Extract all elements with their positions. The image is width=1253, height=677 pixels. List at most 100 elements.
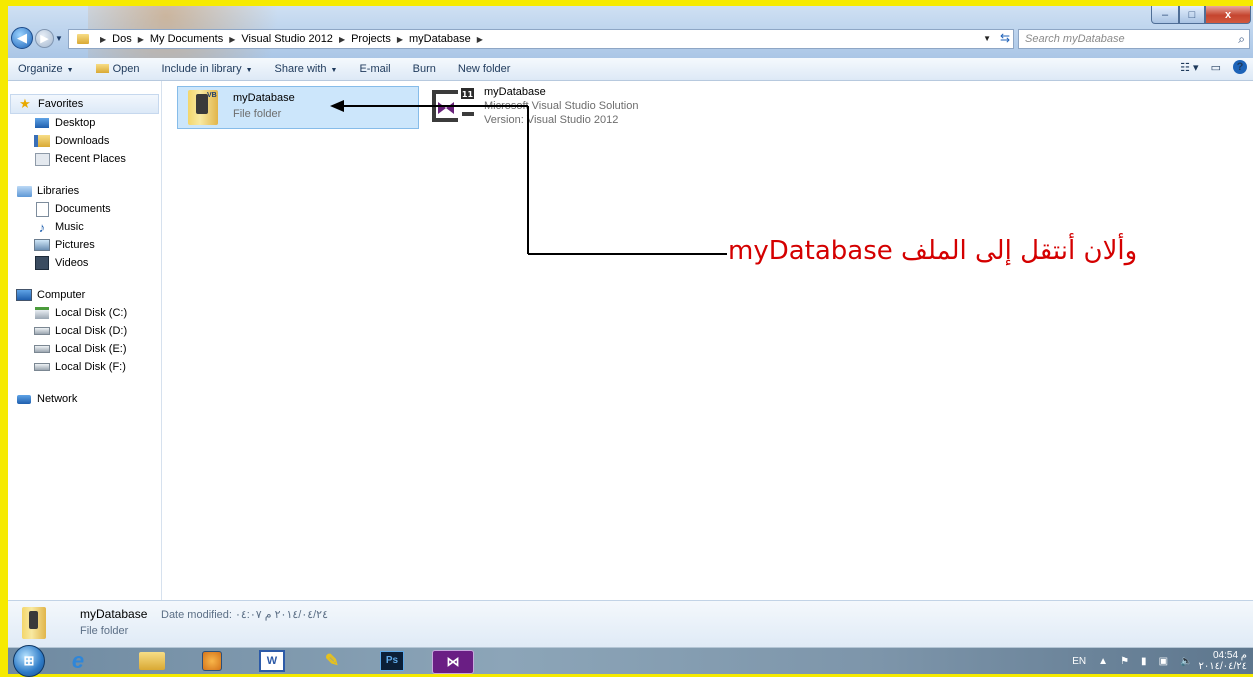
chevron-right-icon: ▶ — [338, 34, 346, 44]
paint-icon[interactable]: ✎ — [312, 650, 352, 672]
sidebar-item-local-disk-e[interactable]: Local Disk (E:) — [8, 340, 161, 358]
sidebar-item-documents[interactable]: Documents — [8, 200, 161, 218]
forward-button[interactable]: ▶ — [35, 29, 54, 48]
sidebar-item-downloads[interactable]: Downloads — [8, 132, 161, 150]
search-icon[interactable]: ⌕ — [1238, 32, 1245, 47]
sidebar-item-desktop[interactable]: Desktop — [8, 114, 161, 132]
burn-button[interactable]: Burn — [413, 63, 436, 75]
title-bar: – □ x ◀ ▶ ▼ ▶ Dos ▶ My Documents ▶ Visua… — [8, 6, 1253, 58]
sidebar-item-libraries[interactable]: Libraries — [8, 182, 161, 200]
email-button[interactable]: E-mail — [359, 63, 390, 75]
volume-icon[interactable]: 🔈 — [1180, 656, 1192, 667]
details-pane: myDatabase Date modified: ٢٠١٤/٠٤/٢٤ م ٠… — [8, 600, 1253, 647]
drive-icon — [34, 342, 50, 356]
windows-explorer-icon[interactable] — [132, 650, 172, 672]
star-icon: ★ — [19, 96, 31, 111]
clock[interactable]: 04:54 م ٢٠١٤/٠٤/٢٤ — [1198, 650, 1247, 672]
documents-icon — [34, 201, 50, 217]
forward-arrow-icon: ▶ — [40, 33, 49, 45]
breadcrumb: ▶ Dos ▶ My Documents ▶ Visual Studio 201… — [94, 33, 489, 45]
network-group: Network — [8, 390, 161, 408]
sidebar-item-videos[interactable]: Videos — [8, 254, 161, 272]
view-controls: ☷ ▾ ▭ ? — [1174, 60, 1253, 74]
language-indicator[interactable]: EN — [1072, 656, 1086, 667]
explorer-window: – □ x ◀ ▶ ▼ ▶ Dos ▶ My Documents ▶ Visua… — [8, 6, 1253, 647]
visual-studio-icon[interactable]: ⋈ — [432, 650, 474, 674]
battery-icon[interactable]: ▮ — [1141, 656, 1147, 667]
sidebar-item-local-disk-f[interactable]: Local Disk (F:) — [8, 358, 161, 376]
music-icon: ♪ — [38, 219, 46, 235]
sidebar-item-network[interactable]: Network — [8, 390, 161, 408]
chevron-right-icon: ▶ — [229, 34, 236, 44]
start-button[interactable]: ⊞ — [13, 645, 45, 677]
maximize-button[interactable]: □ — [1179, 6, 1205, 24]
breadcrumb-item[interactable]: My Documents — [150, 33, 223, 45]
details-name: myDatabase — [80, 607, 148, 621]
close-button[interactable]: x — [1205, 6, 1251, 24]
file-list: VB myDatabase File folder 11 myDatabase … — [162, 81, 1253, 600]
drive-icon — [34, 324, 50, 338]
sidebar-item-music[interactable]: ♪ Music — [8, 218, 161, 236]
minimize-button[interactable]: – — [1151, 6, 1179, 24]
caret-down-icon: ▼ — [66, 67, 74, 74]
videos-icon — [34, 256, 50, 270]
vb-folder-icon — [22, 607, 46, 639]
share-with-button[interactable]: Share with ▼ — [275, 63, 338, 75]
show-hidden-icons-icon[interactable]: ▲ — [1098, 656, 1108, 667]
system-drive-icon — [34, 306, 50, 320]
breadcrumb-item[interactable]: myDatabase — [409, 33, 471, 45]
sidebar-item-computer[interactable]: Computer — [8, 286, 161, 304]
taskbar: ⊞ e W ✎ Ps ⋈ EN ▲ ⚑ ▮ ▣ 🔈 04:54 م ٢٠١٤/٠… — [8, 645, 1253, 677]
address-dropdown-icon[interactable]: ▼ — [983, 34, 991, 43]
clock-date: ٢٠١٤/٠٤/٢٤ — [1198, 661, 1247, 672]
annotation-arrow — [330, 100, 727, 255]
open-button[interactable]: Open — [95, 63, 140, 75]
chevron-right-icon: ▶ — [476, 34, 483, 44]
photoshop-icon[interactable]: Ps — [372, 650, 412, 672]
details-date-modified: Date modified: ٢٠١٤/٠٤/٢٤ م ٠٤:٠٧ — [161, 609, 329, 621]
breadcrumb-item[interactable]: Visual Studio 2012 — [241, 33, 333, 45]
breadcrumb-item[interactable]: Dos — [112, 33, 132, 45]
sidebar-item-pictures[interactable]: Pictures — [8, 236, 161, 254]
open-folder-icon — [95, 64, 109, 73]
network-icon — [16, 392, 32, 406]
annotation-text: وألان أنتقل إلى الملف myDatabase — [728, 236, 1138, 266]
new-folder-button[interactable]: New folder — [458, 63, 511, 75]
network-status-icon[interactable]: ▣ — [1159, 656, 1168, 667]
pictures-icon — [34, 238, 50, 252]
media-player-icon[interactable] — [192, 650, 232, 672]
folder-icon — [77, 34, 89, 44]
sidebar-item-local-disk-c[interactable]: Local Disk (C:) — [8, 304, 161, 322]
organize-button[interactable]: Organize ▼ — [18, 63, 74, 75]
action-center-icon[interactable]: ⚑ — [1120, 656, 1129, 667]
include-in-library-button[interactable]: Include in library ▼ — [162, 63, 253, 75]
computer-group: Computer Local Disk (C:) Local Disk (D:)… — [8, 286, 161, 376]
downloads-icon — [34, 134, 50, 148]
internet-explorer-icon[interactable]: e — [58, 648, 98, 673]
navigation-pane: ★ Favorites Desktop Downloads Recent Plac… — [8, 81, 162, 600]
favorites-group: ★ Favorites Desktop Downloads Recent Plac… — [8, 94, 161, 168]
details-type: File folder — [80, 625, 129, 637]
word-icon[interactable]: W — [252, 650, 292, 672]
recent-pages-dropdown[interactable]: ▼ — [55, 34, 63, 43]
change-view-icon[interactable]: ☷ ▾ — [1180, 61, 1198, 74]
computer-icon — [16, 288, 32, 302]
recent-places-icon — [34, 152, 50, 166]
windows-logo-icon: ⊞ — [23, 653, 35, 668]
system-tray: EN ▲ ⚑ ▮ ▣ 🔈 04:54 م ٢٠١٤/٠٤/٢٤ — [1066, 648, 1247, 674]
address-bar[interactable]: ▶ Dos ▶ My Documents ▶ Visual Studio 201… — [68, 29, 1014, 49]
help-icon[interactable]: ? — [1233, 60, 1247, 74]
libraries-icon — [16, 184, 32, 198]
desktop-icon — [34, 116, 50, 130]
back-button[interactable]: ◀ — [11, 27, 33, 49]
search-placeholder: Search myDatabase — [1025, 33, 1125, 45]
drive-icon — [34, 360, 50, 374]
refresh-icon[interactable]: ⇆ — [1000, 31, 1010, 45]
search-input[interactable]: Search myDatabase ⌕ — [1018, 29, 1250, 49]
preview-pane-icon[interactable]: ▭ — [1211, 61, 1221, 74]
sidebar-item-local-disk-d[interactable]: Local Disk (D:) — [8, 322, 161, 340]
sidebar-item-recent-places[interactable]: Recent Places — [8, 150, 161, 168]
back-arrow-icon: ◀ — [17, 30, 27, 45]
sidebar-item-favorites[interactable]: ★ Favorites — [10, 94, 159, 114]
breadcrumb-item[interactable]: Projects — [351, 33, 391, 45]
